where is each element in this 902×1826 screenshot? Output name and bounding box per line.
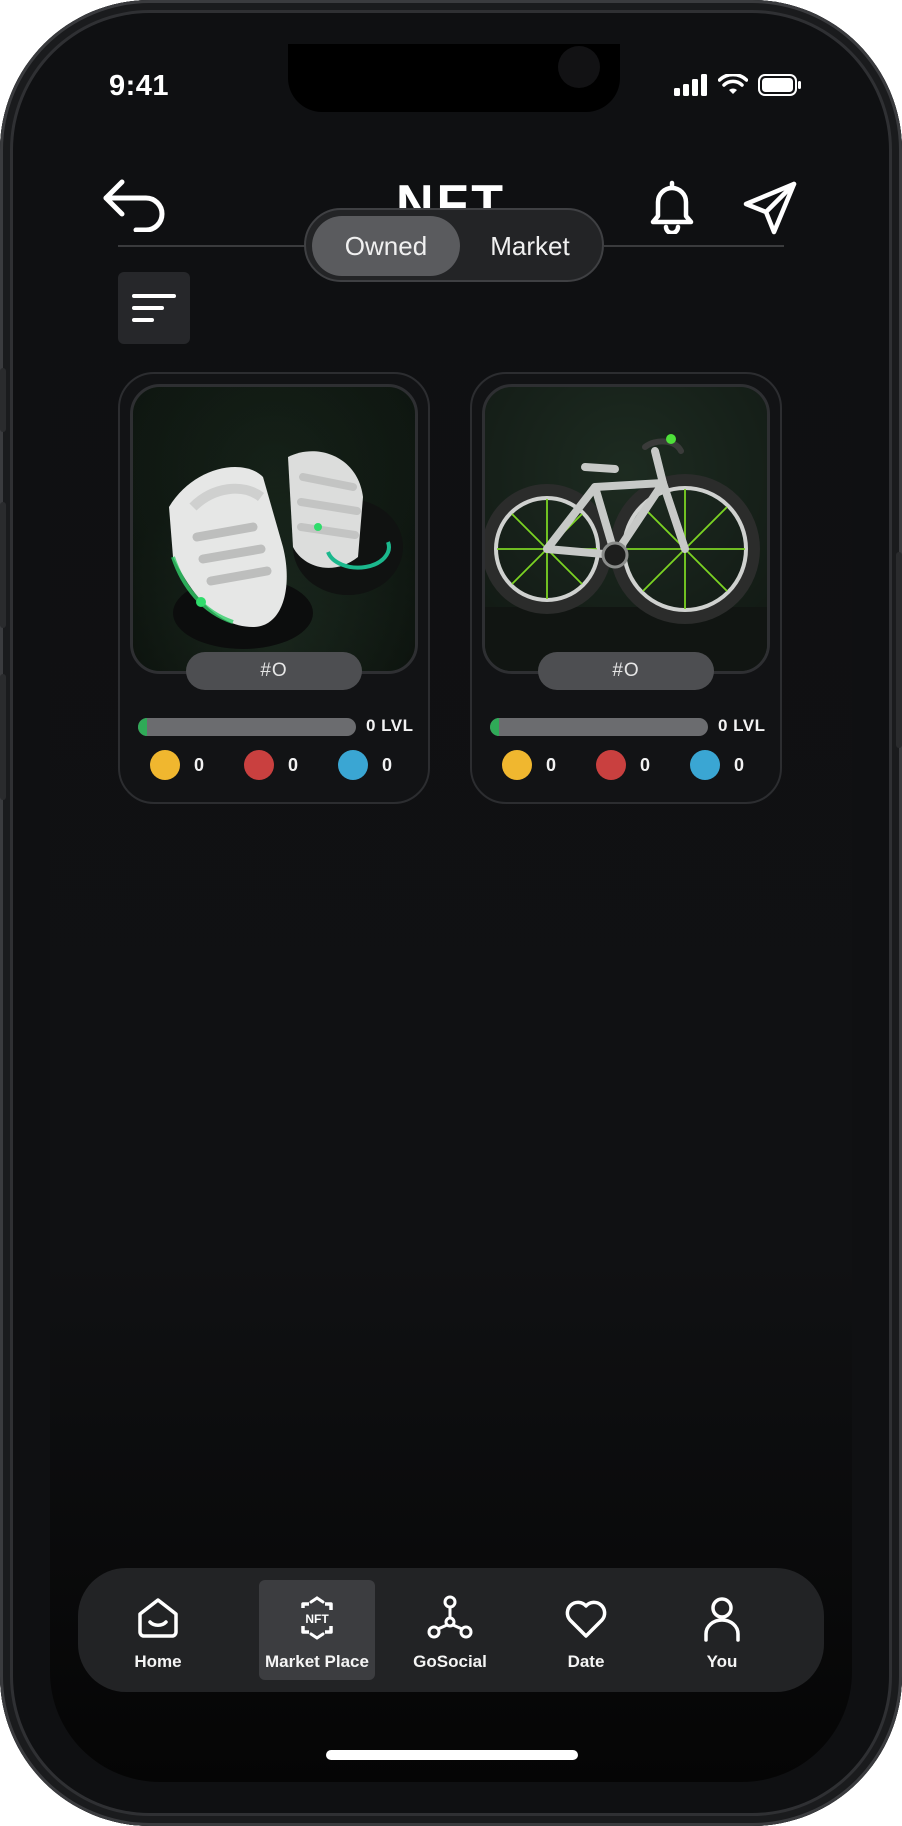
stat-value: 0 bbox=[382, 754, 393, 775]
status-bar: 9:41 bbox=[50, 70, 852, 110]
status-icons bbox=[674, 74, 802, 96]
sort-icon bbox=[132, 294, 176, 322]
yellow-dot-icon bbox=[502, 750, 532, 780]
nav-item-date[interactable]: Date bbox=[528, 1580, 644, 1680]
send-button[interactable] bbox=[742, 180, 800, 236]
nav-label: GoSocial bbox=[413, 1652, 487, 1671]
divider-right bbox=[604, 245, 784, 247]
blue-dot-icon bbox=[338, 750, 368, 780]
wifi-icon bbox=[718, 74, 748, 94]
level-progress-fill bbox=[490, 718, 499, 736]
stat-red: 0 bbox=[596, 750, 650, 780]
tab-owned[interactable]: Owned bbox=[312, 216, 460, 276]
white-sneakers-image bbox=[133, 387, 415, 671]
bicycle-image bbox=[485, 387, 767, 671]
status-time: 9:41 bbox=[109, 70, 170, 102]
red-dot-icon bbox=[244, 750, 274, 780]
nav-item-gosocial[interactable]: GoSocial bbox=[392, 1580, 508, 1680]
volume-up-button bbox=[0, 502, 6, 628]
nav-icon-wrap: NFT bbox=[259, 1594, 375, 1646]
stat-value: 0 bbox=[546, 754, 557, 775]
level-progress-bar bbox=[490, 718, 708, 736]
owned-market-toggle: Owned Market bbox=[304, 208, 604, 282]
red-dot-icon bbox=[596, 750, 626, 780]
yellow-dot-icon bbox=[150, 750, 180, 780]
divider-left bbox=[118, 245, 306, 247]
svg-text:NFT: NFT bbox=[305, 1612, 329, 1626]
nav-item-you[interactable]: You bbox=[664, 1580, 780, 1680]
stat-value: 0 bbox=[640, 754, 651, 775]
home-icon bbox=[138, 1598, 178, 1638]
stat-red: 0 bbox=[244, 750, 298, 780]
sort-filter-button[interactable] bbox=[118, 272, 190, 344]
level-label: 0 LVL bbox=[718, 716, 766, 735]
token-id-badge: #O bbox=[186, 652, 362, 690]
mute-switch bbox=[0, 368, 6, 432]
volume-down-button bbox=[0, 674, 6, 800]
nav-label: Home bbox=[134, 1652, 182, 1671]
level-progress-fill bbox=[138, 718, 147, 736]
phone-frame: 9:41 NFT Owned Market #O 0 LVL 0 0 0 #O … bbox=[0, 0, 902, 1826]
nft-card[interactable]: #O 0 LVL 0 0 0 bbox=[118, 372, 430, 804]
level-progress-bar bbox=[138, 718, 356, 736]
level-label: 0 LVL bbox=[366, 716, 414, 735]
nav-item-home[interactable]: Home bbox=[100, 1580, 216, 1680]
nav-icon-wrap bbox=[664, 1594, 780, 1646]
screen: 9:41 NFT Owned Market #O 0 LVL 0 0 0 #O … bbox=[50, 44, 852, 1782]
nav-label: Date bbox=[567, 1652, 605, 1671]
heart-icon bbox=[565, 1600, 607, 1638]
power-button bbox=[896, 552, 902, 748]
signal-icon bbox=[674, 74, 707, 96]
token-id-badge: #O bbox=[538, 652, 714, 690]
nav-item-market-place[interactable]: NFT Market Place bbox=[259, 1580, 375, 1680]
nav-label: You bbox=[706, 1652, 738, 1671]
battery-icon bbox=[758, 74, 801, 96]
stat-value: 0 bbox=[194, 754, 205, 775]
send-icon bbox=[743, 181, 797, 235]
nav-label: Market Place bbox=[265, 1652, 369, 1671]
nav-icon-wrap bbox=[100, 1594, 216, 1646]
stat-yellow: 0 bbox=[502, 750, 556, 780]
nft-card[interactable]: #O 0 LVL 0 0 0 bbox=[470, 372, 782, 804]
bell-icon bbox=[650, 180, 694, 236]
stat-value: 0 bbox=[734, 754, 745, 775]
stat-blue: 0 bbox=[338, 750, 392, 780]
stat-yellow: 0 bbox=[150, 750, 204, 780]
nft-image-bicycle bbox=[482, 384, 770, 674]
nav-icon-wrap bbox=[392, 1594, 508, 1646]
network-icon bbox=[427, 1595, 473, 1639]
nav-icon-wrap bbox=[528, 1594, 644, 1646]
user-icon bbox=[704, 1597, 740, 1642]
notifications-button[interactable] bbox=[646, 178, 698, 236]
blue-dot-icon bbox=[690, 750, 720, 780]
bottom-nav: Home NFT Market Place GoSocial Date You bbox=[78, 1568, 824, 1692]
nft-image-sneakers bbox=[130, 384, 418, 674]
nft-icon: NFT bbox=[301, 1596, 333, 1640]
tab-market[interactable]: Market bbox=[462, 216, 598, 276]
stat-value: 0 bbox=[288, 754, 299, 775]
home-indicator[interactable] bbox=[326, 1750, 578, 1760]
stat-blue: 0 bbox=[690, 750, 744, 780]
